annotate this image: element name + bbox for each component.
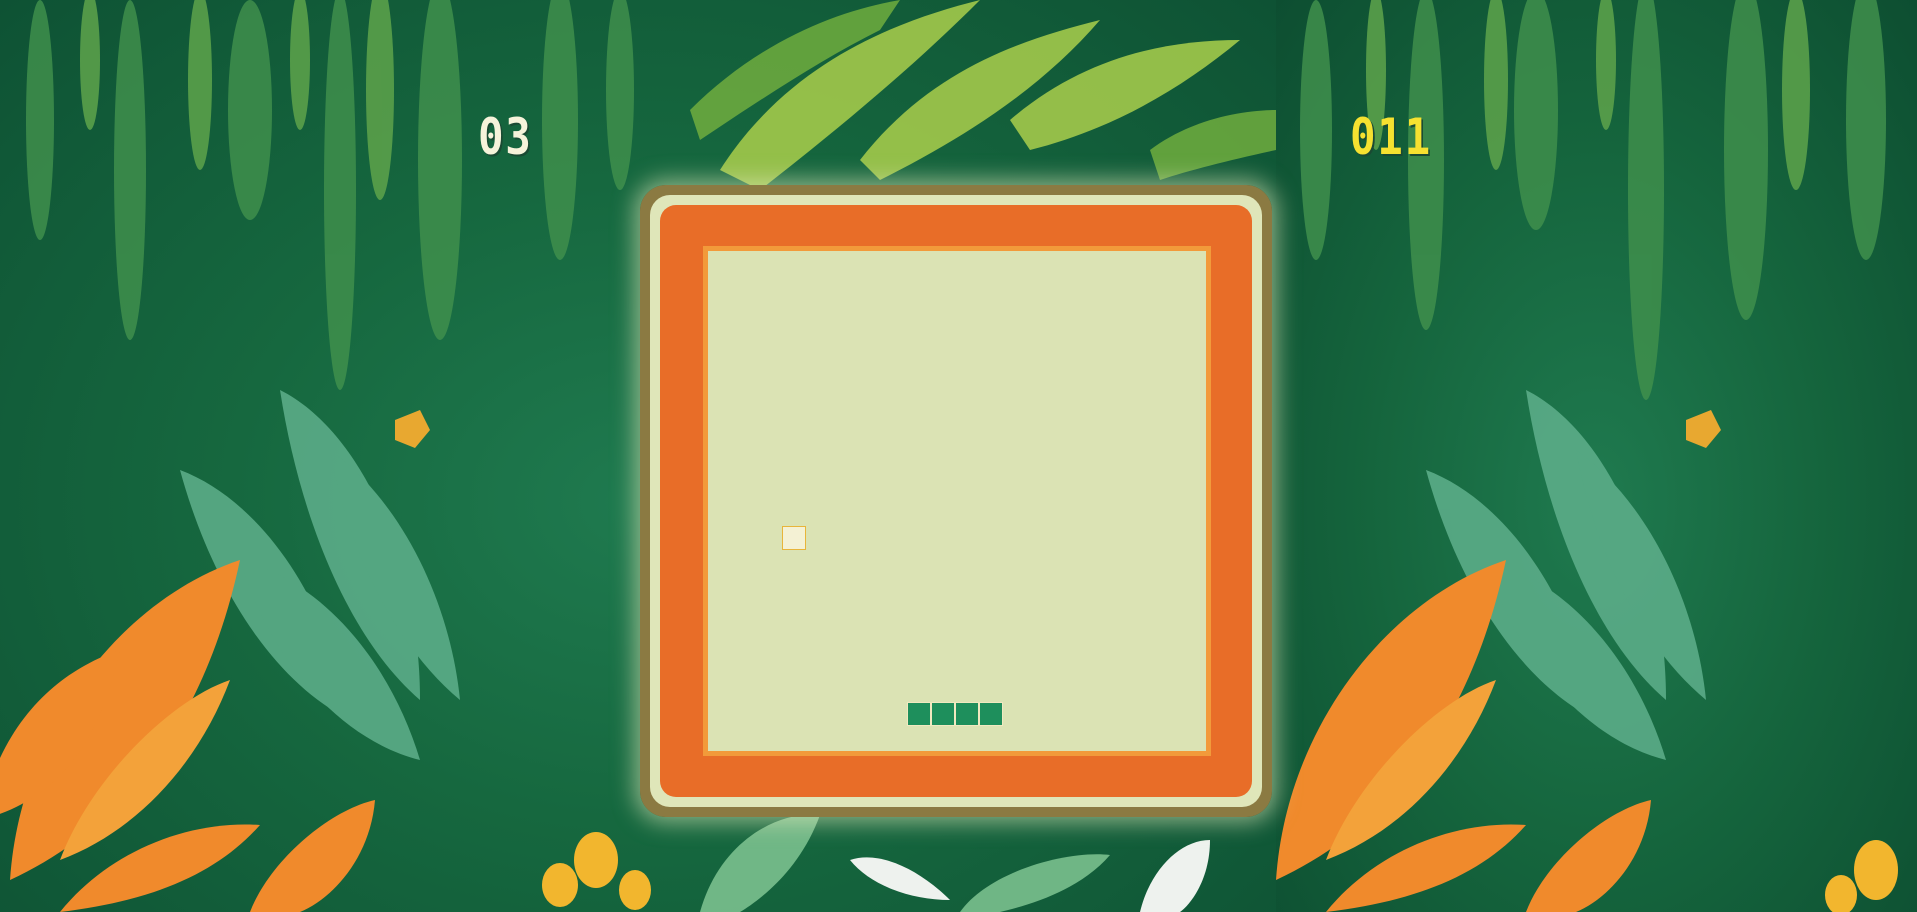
- play-area[interactable]: [703, 246, 1211, 756]
- high-score: 011: [1350, 108, 1432, 166]
- snake-body-segment: [931, 702, 955, 726]
- game-stage: 03 011: [0, 0, 1917, 912]
- snake-head-segment: [979, 702, 1003, 726]
- snake-body-segment: [955, 702, 979, 726]
- player-score: 03: [478, 108, 533, 166]
- food-pellet: [782, 526, 806, 550]
- snake-tail-segment: [907, 702, 931, 726]
